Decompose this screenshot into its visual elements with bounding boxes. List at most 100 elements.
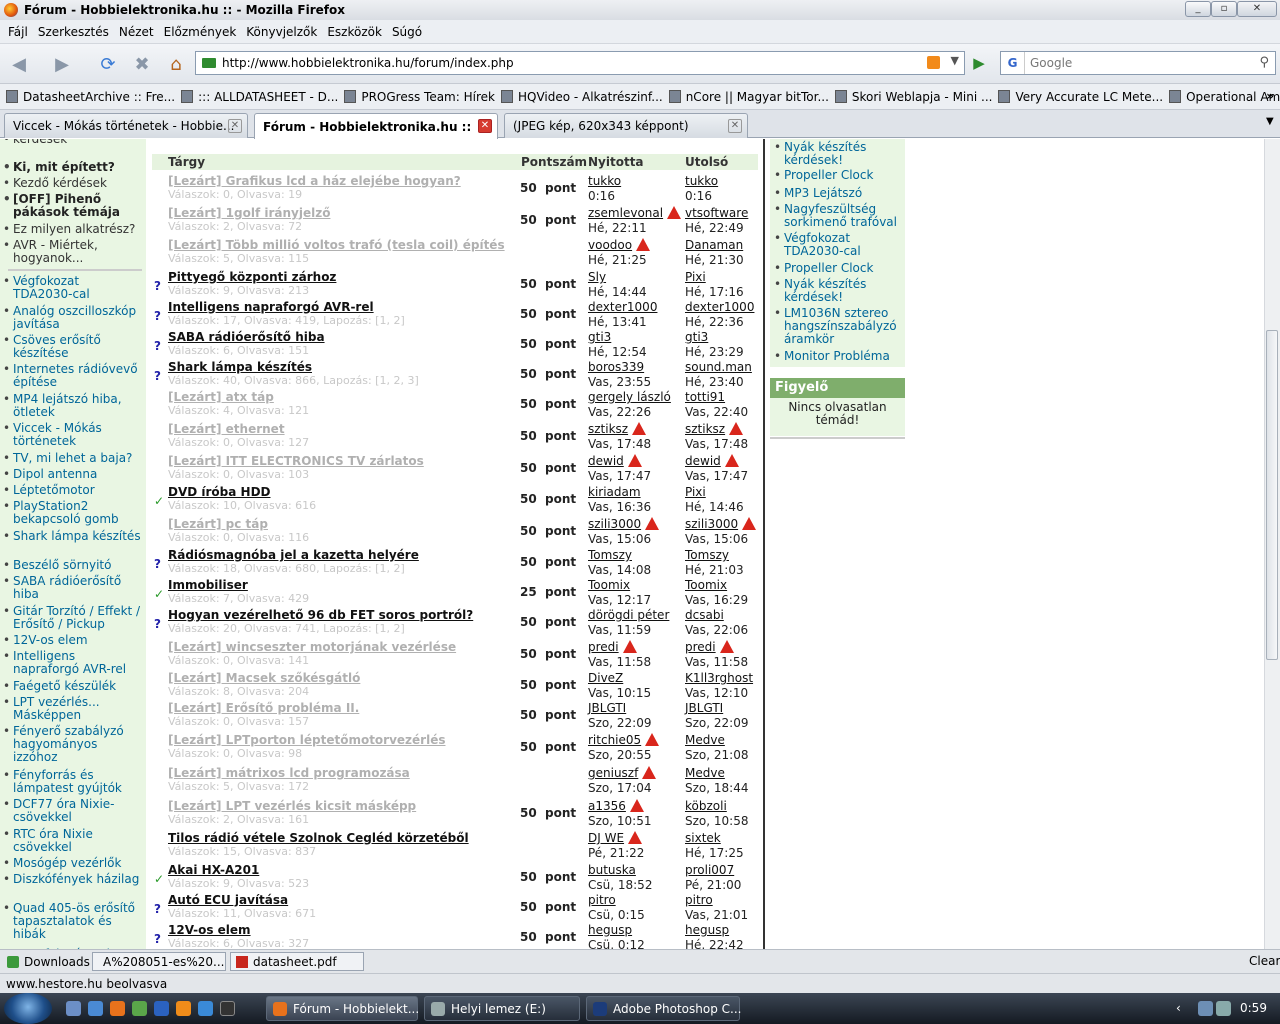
topic-title-link[interactable]: Akai HX-A201 [168,863,259,877]
forward-button[interactable]: ▶ [48,50,76,78]
right-sidebar-link[interactable]: Nagyfeszültség sorkimenő trafóval [774,203,902,229]
last-user-link[interactable]: gti3 [685,330,708,344]
rss-icon[interactable] [927,56,940,69]
last-user-link[interactable]: JBLGTI [685,701,723,715]
firefox-quicklaunch-icon[interactable] [110,1001,125,1016]
sidebar-topic-link[interactable]: PlayStation2 bekapcsoló gomb [3,500,141,526]
last-user-link[interactable]: hegusp [685,923,729,937]
menu-item[interactable]: Fájl [8,25,28,39]
started-user-link[interactable]: hegusp [588,923,632,937]
search-icon[interactable]: ⚲ [1259,55,1269,70]
started-user-link[interactable]: Sly [588,270,606,284]
last-user-link[interactable]: Medve [685,766,725,780]
close-button[interactable]: ✕ [1237,1,1277,17]
maximize-button[interactable]: ▫ [1211,1,1237,17]
sidebar-link[interactable]: [OFF] Pihenő pákások témája [3,193,141,219]
sidebar-topic-link[interactable]: DCF77 óra Nixie-csövekkel [3,798,141,824]
topic-title-link[interactable]: [Lezárt] Erősítő probléma II. [168,701,359,715]
started-user-link[interactable]: DiveZ [588,671,623,685]
started-user-link[interactable]: dewid [588,454,624,468]
last-user-link[interactable]: predi [685,640,716,654]
app-quicklaunch-icon[interactable] [176,1001,191,1016]
bookmark-item[interactable]: DatasheetArchive :: Fre... [6,90,175,104]
url-dropdown-icon[interactable]: ▼ [951,54,959,67]
sidebar-topic-link[interactable]: Gitár Torzító / Effekt / Erősítő / Picku… [3,605,141,631]
last-user-link[interactable]: sixtek [685,831,721,845]
topic-title-link[interactable]: [Lezárt] LPTporton léptetőmotorvezérlés [168,733,446,747]
close-tab-icon[interactable]: ✕ [228,119,242,133]
topic-title-link[interactable]: DVD íróba HDD [168,485,271,499]
back-button[interactable]: ◀ [5,50,33,78]
last-user-link[interactable]: sztiksz [685,422,725,436]
bookmarks-overflow-icon[interactable]: » [1266,89,1274,103]
sidebar-link[interactable]: kérdések [3,139,141,146]
last-user-link[interactable]: Tomszy [685,548,729,562]
taskbar-explorer[interactable]: Helyi lemez (E:) [424,996,580,1021]
topic-title-link[interactable]: Tilos rádió vétele Szolnok Cegléd körzet… [168,831,469,845]
close-tab-icon[interactable]: ✕ [728,119,742,133]
sidebar-topic-link[interactable]: SABA rádióerősítő hiba [3,575,141,601]
sidebar-topic-link[interactable]: Csöves erősítő készítése [3,334,141,360]
started-user-link[interactable]: dexter1000 [588,300,657,314]
topic-title-link[interactable]: [Lezárt] Grafikus lcd a ház elejébe hogy… [168,174,461,188]
topic-title-link[interactable]: [Lezárt] 1golf irányjelző [168,206,330,220]
last-user-link[interactable]: sound.man [685,360,752,374]
started-user-link[interactable]: dörögdi péter [588,608,669,622]
sidebar-link[interactable]: AVR - Miértek, hogyanok... [3,239,141,265]
started-user-link[interactable]: kiriadam [588,485,641,499]
bookmark-item[interactable]: PROGress Team: Hírek [344,90,495,104]
started-user-link[interactable]: Toomix [588,578,630,592]
menu-item[interactable]: Szerkesztés [38,25,109,39]
last-user-link[interactable]: Danaman [685,238,743,252]
menu-item[interactable]: Előzmények [164,25,237,39]
started-user-link[interactable]: JBLGTI [588,701,626,715]
started-user-link[interactable]: sztiksz [588,422,628,436]
started-user-link[interactable]: Tomszy [588,548,632,562]
right-sidebar-link[interactable]: LM1036N sztereo hangszínszabályzó áramkö… [774,307,902,346]
right-sidebar-link[interactable]: Nyák készítés kérdések! [774,141,902,167]
home-button[interactable]: ⌂ [162,50,190,78]
sidebar-topic-link[interactable]: Léptetőmotor [3,484,141,498]
right-sidebar-link[interactable]: Nyák készítés kérdések! [774,278,902,304]
bookmark-item[interactable]: ::: ALLDATASHEET - D... [181,90,338,104]
sidebar-link[interactable]: Kezdő kérdések [3,177,141,191]
show-desktop-icon[interactable] [66,1001,81,1016]
tab-jpeg[interactable]: (JPEG kép, 620x343 képpont) ✕ [504,113,748,138]
download-item-1[interactable]: A%208051-es%20... [92,952,226,971]
sidebar-topic-link[interactable]: Viccek - Mókás történetek [3,422,141,448]
sidebar-topic-link[interactable]: TV, mi lehet a baja? [3,452,141,466]
topic-title-link[interactable]: Intelligens napraforgó AVR-rel [168,300,374,314]
bookmark-item[interactable]: nCore || Magyar bitTor... [668,90,829,104]
reload-button[interactable]: ⟳ [94,50,122,78]
sidebar-topic-link[interactable]: Végfokozat TDA2030-cal [3,275,141,301]
last-user-link[interactable]: totti91 [685,390,725,404]
last-user-link[interactable]: köbzoli [685,799,727,813]
clear-downloads-button[interactable]: Clear [1249,954,1280,968]
topic-title-link[interactable]: [Lezárt] ethernet [168,422,285,436]
sidebar-topic-link[interactable]: Intelligens napraforgó AVR-rel [3,650,141,676]
bookmark-item[interactable]: Operational Amplifier ... [1169,90,1280,104]
topic-title-link[interactable]: [Lezárt] atx táp [168,390,274,404]
search-engine-icon[interactable]: G [1001,52,1025,74]
started-user-link[interactable]: predi [588,640,619,654]
stop-button[interactable]: ✖ [128,50,156,78]
sidebar-topic-link[interactable]: Internetes rádióvevő építése [3,363,141,389]
go-button[interactable]: ▶ [968,52,990,74]
topic-title-link[interactable]: [Lezárt] Több millió voltos trafó (tesla… [168,238,505,252]
download-item-2[interactable]: datasheet.pdf [230,952,364,971]
started-user-link[interactable]: butuska [588,863,636,877]
started-user-link[interactable]: a1356 [588,799,626,813]
sidebar-topic-link[interactable]: Faégető készülék [3,680,141,694]
sidebar-topic-link[interactable]: Fényforrás és lámpatest gyújtók [3,769,141,795]
address-bar[interactable]: http://www.hobbielektronika.hu/forum/ind… [195,51,965,75]
taskbar-firefox[interactable]: Fórum - Hobbielekt... [266,996,419,1021]
sidebar-topic-link[interactable]: Fényerő szabályzó hagyományos izzóhoz [3,725,141,764]
started-user-link[interactable]: ritchie05 [588,733,641,747]
topic-title-link[interactable]: [Lezárt] wincseszter motorjának vezérlés… [168,640,456,654]
right-sidebar-link[interactable]: Propeller Clock [774,169,902,183]
sidebar-topic-link[interactable]: Diszkófények házilag [3,873,141,887]
started-user-link[interactable]: tukko [588,174,621,188]
right-sidebar-link[interactable]: Monitor Probléma [774,350,902,364]
bookmark-item[interactable]: Very Accurate LC Mete... [998,90,1163,104]
sidebar-link[interactable]: Ki, mit épített? [3,161,141,175]
